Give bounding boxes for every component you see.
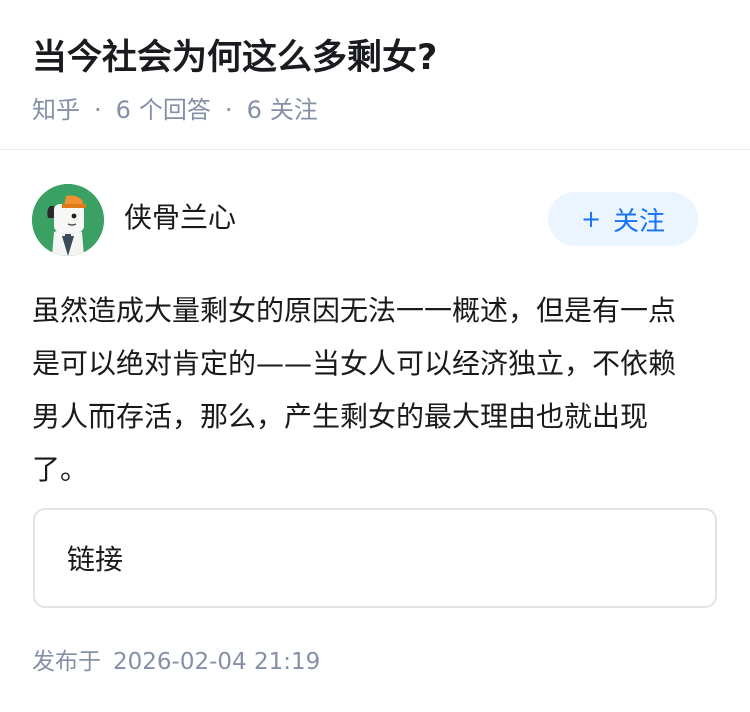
plus-icon: + — [580, 205, 602, 233]
answer-count-label[interactable]: 个回答 — [139, 92, 211, 128]
separator-dot: · — [94, 96, 102, 124]
author-name[interactable]: 侠骨兰心 — [124, 198, 236, 238]
cartoon-avatar-icon — [32, 184, 104, 256]
separator-dot: · — [224, 96, 233, 124]
author-row: 侠骨兰心 + 关注 — [32, 184, 718, 256]
publish-time: 2026-02-04 21:19 — [113, 649, 321, 675]
answer-content: 虽然造成大量剩女的原因无法一一概述，但是有一点是可以绝对肯定的——当女人可以经济… — [32, 294, 677, 486]
follower-count-label[interactable]: 关注 — [270, 92, 318, 128]
answer-count: 6 — [115, 96, 131, 124]
follow-button[interactable]: + 关注 — [548, 192, 698, 246]
question-title[interactable]: 当今社会为何这么多剩女? — [32, 34, 437, 82]
question-meta: 知乎 · 6 个回答 · 6 关注 — [32, 92, 318, 128]
author-avatar[interactable] — [32, 184, 104, 256]
question-header: 当今社会为何这么多剩女? 知乎 · 6 个回答 · 6 关注 — [0, 0, 750, 150]
publish-label: 发布于 — [32, 649, 101, 675]
follower-count: 6 — [246, 96, 262, 124]
link-card-label: 链接 — [67, 543, 124, 576]
source-label[interactable]: 知乎 — [32, 92, 80, 128]
follow-button-label: 关注 — [613, 206, 666, 237]
link-card[interactable]: 链接 — [33, 508, 717, 608]
publish-info: 发布于 2026-02-04 21:19 — [32, 644, 320, 680]
